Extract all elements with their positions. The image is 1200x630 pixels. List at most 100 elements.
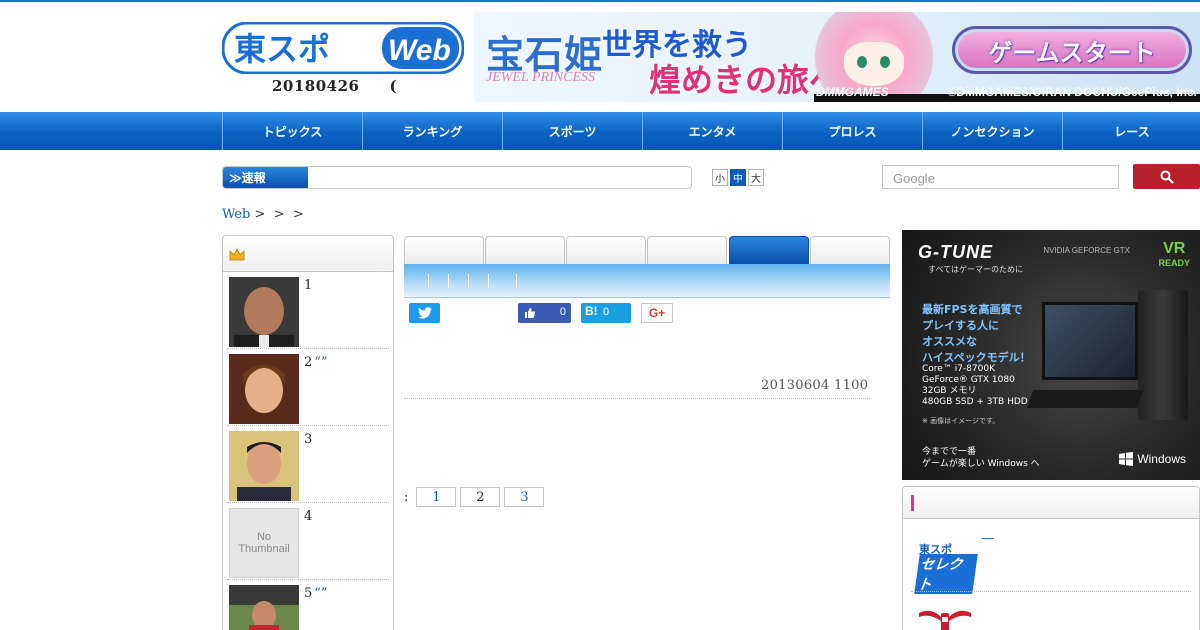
search-icon [1160, 170, 1174, 184]
ranking-header [223, 236, 393, 272]
tospo-web-logo[interactable]: 東スポ Web [222, 22, 464, 74]
tab-3[interactable] [566, 236, 646, 264]
vr-ready-badge: VR READY [1158, 240, 1190, 269]
ranking-item[interactable]: 3 [227, 426, 389, 503]
ranking-number: 3 [304, 432, 313, 447]
nvidia-badge: NVIDIA GEFORCE GTX [1043, 246, 1130, 255]
breadcrumb-sep: > [254, 207, 266, 222]
select-divider [911, 591, 1191, 592]
ranking-item[interactable]: 1 [227, 272, 389, 349]
breadcrumb-home[interactable]: Web [222, 207, 250, 222]
tospo-select-box: 東スポ セレクト — [902, 486, 1200, 630]
tab-subcategory-bar [404, 264, 890, 298]
facebook-like-button[interactable]: 0 [518, 303, 571, 323]
ad-monitor-image [1042, 302, 1138, 380]
banner-subtitle: JEWEL PRINCESS [486, 70, 596, 85]
hatena-bookmark-button[interactable]: B! 0 [581, 303, 631, 323]
ranking-number: 5 “” [304, 586, 328, 601]
subcategory-separator [468, 274, 469, 288]
tospo-select-logo[interactable]: 東スポ セレクト [914, 541, 978, 594]
pagination: : 1 2 3 [404, 487, 548, 507]
like-count: 0 [559, 306, 566, 318]
google-plus-button[interactable]: G+ [641, 303, 673, 323]
winged-bottle-icon[interactable] [917, 607, 973, 630]
hatena-label: B! [585, 304, 598, 318]
pagination-colon: : [404, 489, 409, 505]
banner-maker: DMMGAMES [816, 85, 889, 99]
search-button[interactable] [1133, 164, 1200, 189]
twitter-share-button[interactable] [409, 303, 440, 323]
gtune-brand: G-TUNE [918, 242, 993, 262]
gtune-brand-sub: すべてはゲーマーのために [928, 265, 1023, 274]
nav-item-nonsection[interactable]: ノンセクション [922, 112, 1062, 150]
font-size-medium-button[interactable]: 中 [730, 169, 746, 186]
nav-item-topics[interactable]: トピックス [222, 112, 362, 150]
game-start-button[interactable]: ゲームスタート [952, 26, 1192, 74]
article-divider [404, 398, 870, 399]
top-accent-line [0, 0, 1200, 2]
tab-2[interactable] [485, 236, 565, 264]
font-size-large-button[interactable]: 大 [748, 169, 764, 186]
page-current-2: 2 [460, 487, 501, 507]
ad-headline: 最新FPSを高画質で プレイする人に オススメな ハイスペックモデル！ [922, 303, 1031, 364]
ranking-number: 2 “” [304, 355, 328, 370]
page-link-3[interactable]: 3 [504, 487, 545, 507]
ad-note: ※ 画像はイメージです。 [922, 417, 1000, 425]
ranking-number: 1 [304, 278, 313, 293]
date-paren: ( [389, 77, 398, 95]
ad-specs: Core™ i7-8700K GeForce® GTX 1080 32GB メモ… [922, 364, 1028, 407]
subcategory-separator [428, 274, 429, 288]
article-timestamp: 20130604 1100 [761, 378, 869, 393]
breaking-news-bar[interactable]: ≫速報 [222, 166, 692, 189]
windows-logo: Windows [1119, 452, 1186, 466]
tab-5-active[interactable] [729, 236, 809, 264]
page-link-1[interactable]: 1 [416, 487, 457, 507]
no-thumbnail-placeholder[interactable]: No Thumbnail [229, 508, 299, 578]
font-size-small-button[interactable]: 小 [712, 169, 728, 186]
ranking-quote: “” [314, 355, 328, 370]
hatena-count: 0 [603, 306, 610, 318]
ranking-thumbnail[interactable] [229, 354, 299, 424]
ranking-thumbnail[interactable] [229, 431, 299, 501]
ranking-quote: “” [314, 586, 328, 601]
breadcrumb-sep: > [292, 207, 304, 222]
tab-4[interactable] [647, 236, 727, 264]
gtune-pc-ad[interactable]: G-TUNE すべてはゲーマーのために NVIDIA GEFORCE GTX V… [902, 230, 1200, 480]
ranking-item[interactable]: 2 “” [227, 349, 389, 426]
breaking-news-label: ≫速報 [223, 167, 308, 188]
banner-copyright: ©DMMGAMES/OIRAN DOCHU/GeePlus, Inc. [947, 85, 1197, 99]
banner-character-eye-right [880, 56, 890, 68]
twitter-icon [417, 307, 432, 319]
nav-item-ranking[interactable]: ランキング [362, 112, 502, 150]
ranking-number: 4 [304, 509, 313, 524]
google-search-input[interactable]: Google [882, 165, 1119, 189]
select-header-accent [911, 495, 914, 511]
subcategory-separator [448, 274, 449, 288]
ad-tagline: 今までで一番 ゲームが楽しい Windows へ [922, 447, 1040, 469]
font-size-switcher: 小 中 大 [712, 169, 764, 186]
tab-1[interactable] [404, 236, 484, 264]
ranking-sidebar: 1 2 “” 3 No Thumbnail 4 5 “” [222, 235, 394, 630]
article-tabs [404, 236, 890, 264]
ranking-item[interactable]: No Thumbnail 4 [227, 503, 389, 580]
thumbs-up-icon [525, 308, 536, 318]
subcategory-separator [488, 274, 489, 288]
nav-item-prowrestling[interactable]: プロレス [782, 112, 922, 150]
nav-item-entame[interactable]: エンタメ [642, 112, 782, 150]
banner-character-eye-left [857, 56, 867, 68]
ranking-thumbnail[interactable] [229, 585, 299, 630]
main-nav: トピックス ランキング スポーツ エンタメ プロレス ノンセクション レース [0, 112, 1200, 150]
game-banner-ad[interactable]: 宝石姫 JEWEL PRINCESS 世界を救う 煌めきの旅へ ゲームスタート … [474, 12, 1200, 102]
nav-item-race[interactable]: レース [1062, 112, 1200, 150]
nav-item-sports[interactable]: スポーツ [502, 112, 642, 150]
ad-keyboard-image [1026, 390, 1144, 408]
ranking-item[interactable]: 5 “” [227, 580, 389, 630]
windows-icon [1119, 452, 1134, 466]
ranking-thumbnail[interactable] [229, 277, 299, 347]
tab-6[interactable] [810, 236, 890, 264]
crown-icon [229, 248, 245, 261]
logo-sub-text: Web [388, 34, 451, 67]
select-item-link[interactable]: — [981, 531, 994, 546]
date-text: 20180426 [272, 77, 360, 95]
logo-main-text: 東スポ [234, 30, 330, 68]
